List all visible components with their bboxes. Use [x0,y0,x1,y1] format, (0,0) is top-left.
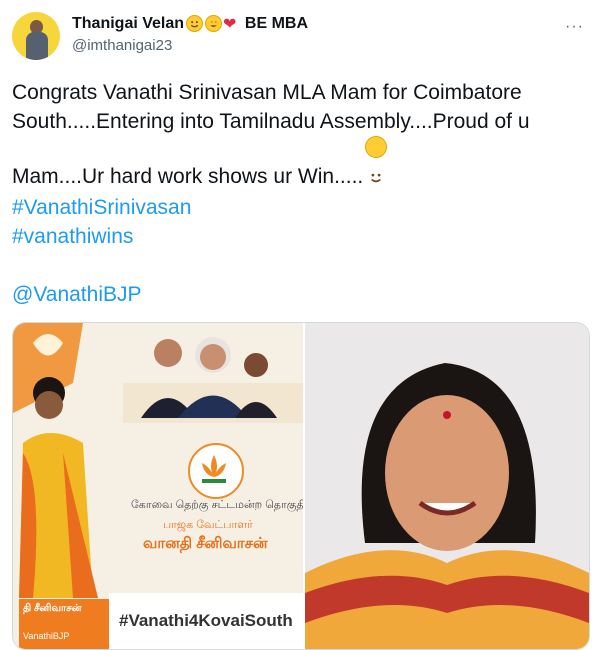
poster-left-caption-handle: VanathiBJP [23,631,70,641]
tweet-body: Congrats Vanathi Srinivasan MLA Mam for … [12,81,530,188]
avatar-body [26,32,48,60]
tweet-text: Congrats Vanathi Srinivasan MLA Mam for … [12,78,588,191]
hashtag-link[interactable]: #VanathiSrinivasan [12,196,191,220]
poster-constituency-text: கோவை தெற்கு சட்டமன்ற தொகுதி [131,499,303,511]
bjp-lotus-icon [188,443,244,499]
poster-left-caption: தி சீனிவாசன் VanathiBJP [19,599,109,649]
more-options-icon[interactable]: ··· [565,18,584,36]
smiling-face-icon [365,136,388,183]
poster-hashtag: #Vanathi4KovaiSouth [119,611,293,630]
mention-link[interactable]: @VanathiBJP [12,283,142,307]
poster-candidate-name: வானதி சீனிவாசன் [143,535,268,552]
author-handle[interactable]: @imthanigai23 [72,37,172,54]
author-name-row[interactable]: Thanigai Velan ❤ BE MBA [72,14,308,34]
media-grid: கோவை தெற்கு சட்டமன்ற தொகுதி பாஜக வேட்பாள… [12,322,590,650]
red-heart-icon: ❤ [223,16,237,33]
poster-candidate-label: பாஜக வேட்பாளர் [163,519,253,531]
avatar[interactable] [12,12,60,60]
tweet-header: Thanigai Velan ❤ BE MBA @imthanigai23 ··… [12,12,588,62]
author-name-suffix: BE MBA [244,15,308,32]
smiling-face-icon [186,15,204,32]
hashtag-link[interactable]: #vanathiwins [12,225,133,249]
poster-left-caption-name: தி சீனிவாசன் [23,603,82,614]
campaign-poster-image[interactable]: கோவை தெற்கு சட்டமன்ற தொகுதி பாஜக வேட்பாள… [13,323,303,649]
heart-eyes-icon [205,15,223,32]
author-name[interactable]: Thanigai Velan [72,15,184,32]
portrait-image[interactable] [305,323,589,649]
